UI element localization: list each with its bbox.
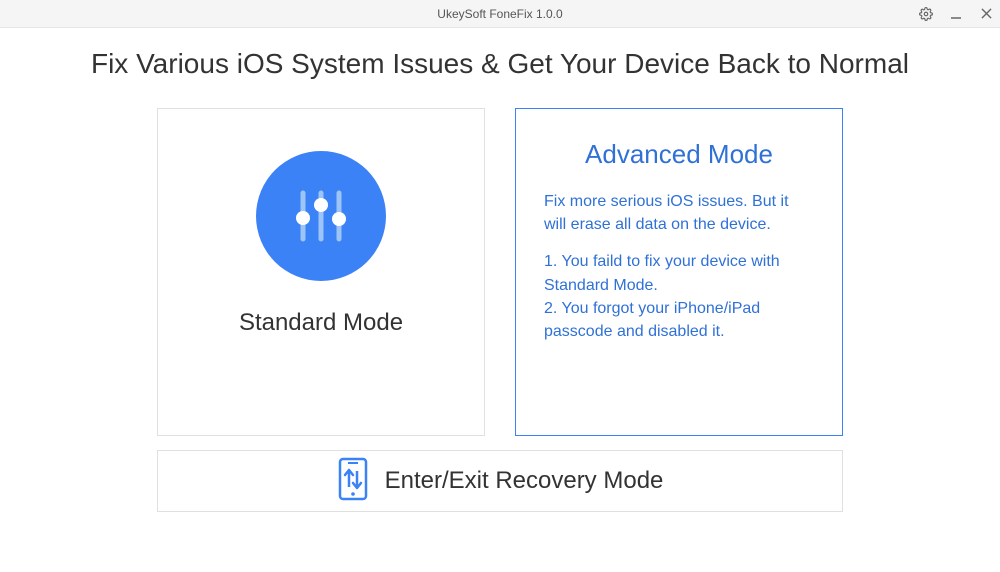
advanced-mode-title: Advanced Mode [585, 139, 773, 170]
window-controls [918, 0, 994, 27]
close-icon[interactable] [978, 6, 994, 22]
minimize-icon[interactable] [948, 6, 964, 22]
advanced-point-1: 1. You faild to fix your device with Sta… [544, 250, 814, 296]
page-headline: Fix Various iOS System Issues & Get Your… [0, 48, 1000, 80]
app-title: UkeySoft FoneFix 1.0.0 [437, 7, 562, 21]
recovery-label: Enter/Exit Recovery Mode [385, 467, 664, 495]
advanced-intro: Fix more serious iOS issues. But it will… [544, 190, 814, 236]
advanced-point-2: 2. You forgot your iPhone/iPad passcode … [544, 297, 814, 343]
mode-cards: Standard Mode Advanced Mode Fix more ser… [0, 108, 1000, 436]
main-content: Fix Various iOS System Issues & Get Your… [0, 28, 1000, 512]
recovery-mode-button[interactable]: Enter/Exit Recovery Mode [157, 450, 843, 512]
standard-mode-title: Standard Mode [239, 309, 403, 337]
sliders-icon [256, 151, 386, 281]
titlebar: UkeySoft FoneFix 1.0.0 [0, 0, 1000, 28]
standard-mode-card[interactable]: Standard Mode [157, 108, 485, 436]
advanced-mode-description: Fix more serious iOS issues. But it will… [532, 190, 826, 343]
phone-arrows-icon [337, 457, 369, 506]
advanced-mode-card[interactable]: Advanced Mode Fix more serious iOS issue… [515, 108, 843, 436]
settings-icon[interactable] [918, 6, 934, 22]
